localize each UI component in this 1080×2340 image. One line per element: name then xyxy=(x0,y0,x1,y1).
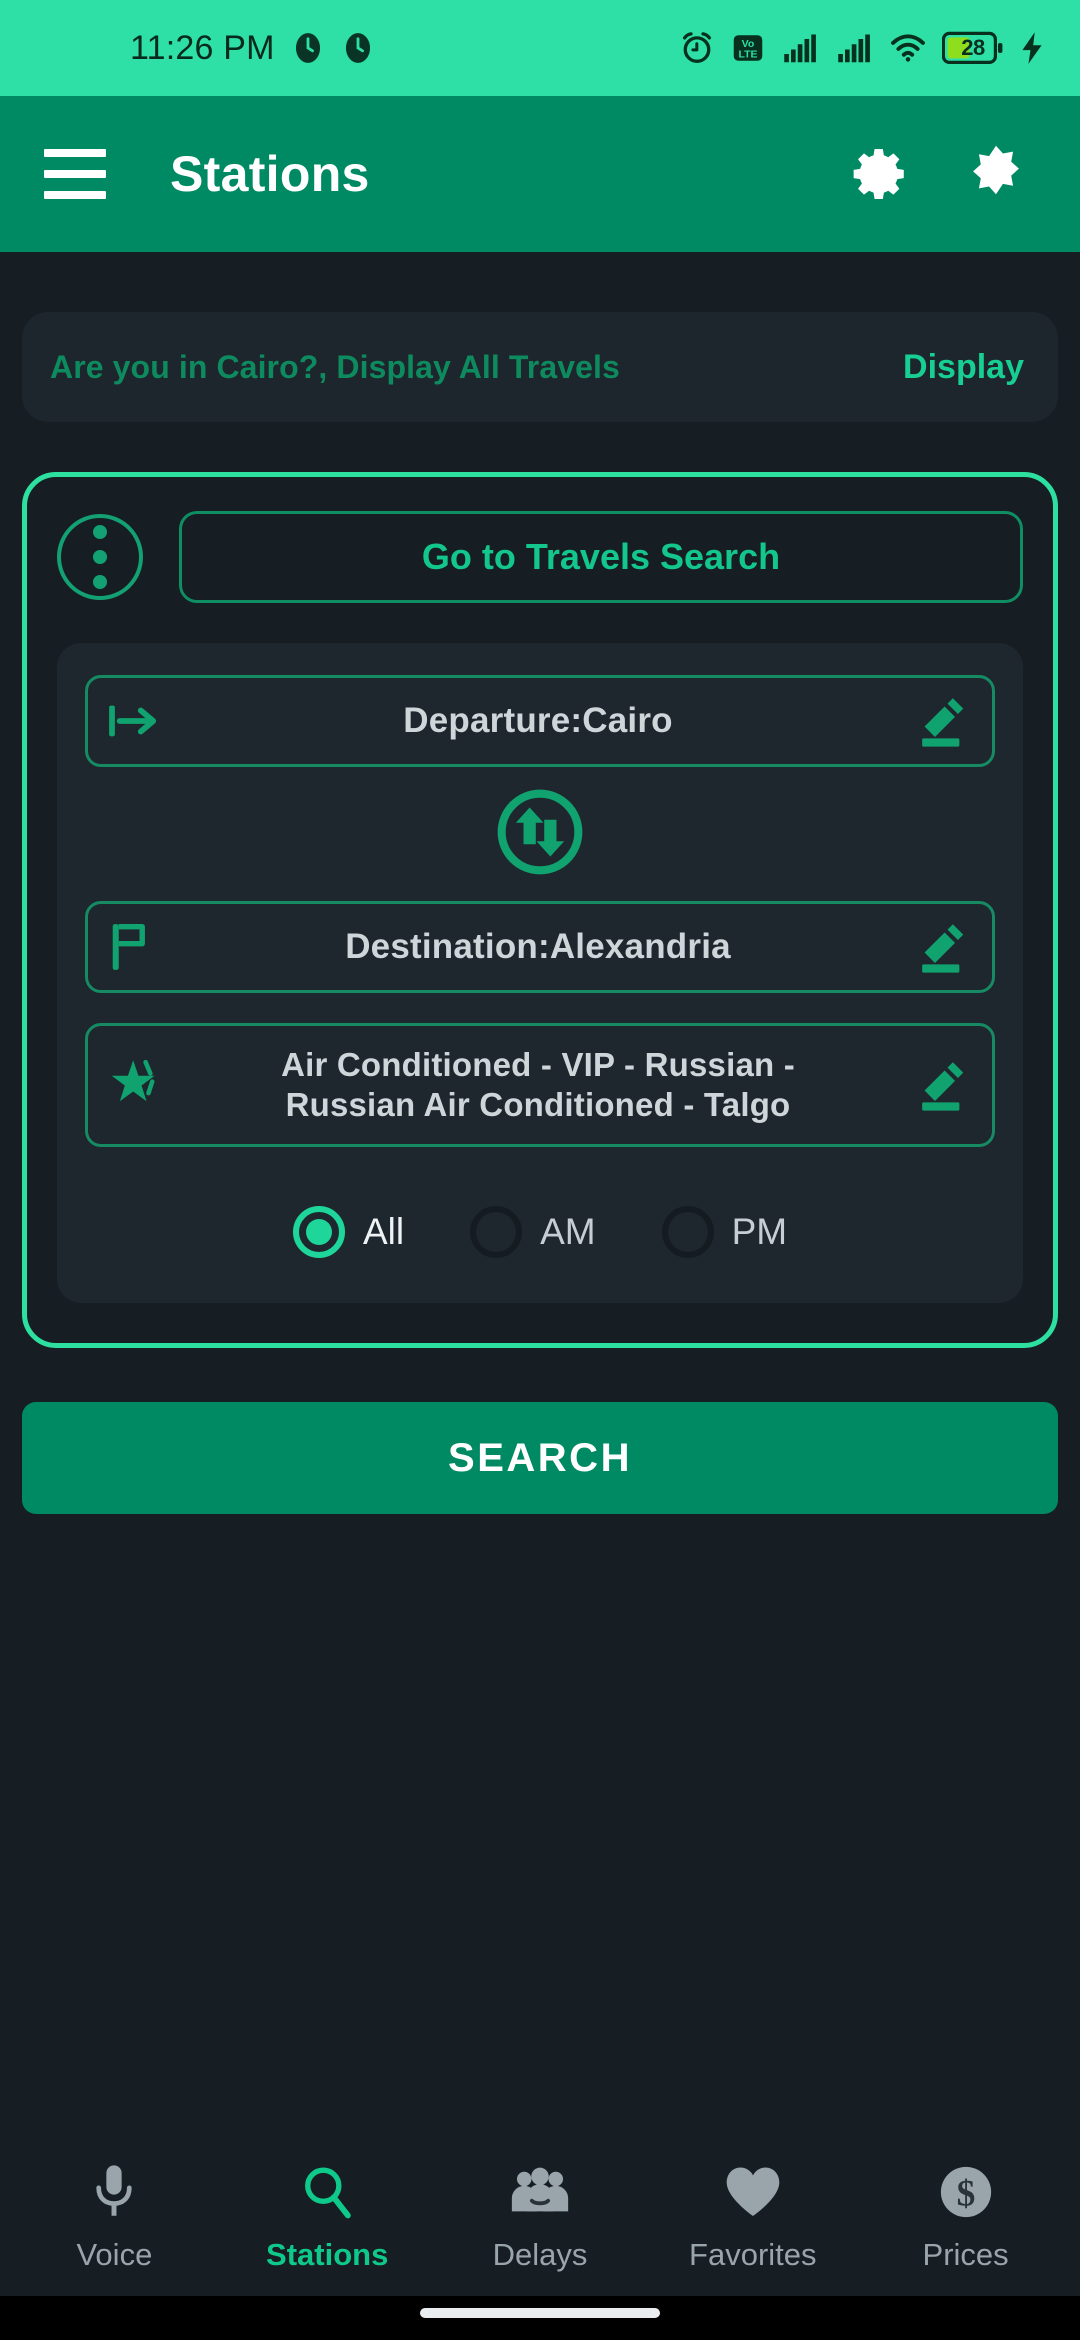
departure-arrow-icon xyxy=(106,698,180,744)
train-types-value: Air Conditioned - VIP - Russian - Russia… xyxy=(180,1045,896,1125)
edit-train-types-button[interactable] xyxy=(896,1056,970,1114)
display-all-travels-button[interactable]: Display xyxy=(903,348,1024,387)
period-radio-group: All AM PM xyxy=(85,1191,995,1273)
flag-icon xyxy=(106,920,180,974)
train-types-line-1: Air Conditioned - VIP - Russian - xyxy=(281,1046,795,1083)
trip-form-panel: Departure:Cairo Destination:Alexandria A… xyxy=(57,643,1023,1303)
people-group-icon xyxy=(508,2159,572,2221)
station-search-card: Go to Travels Search Departure:Cairo Des… xyxy=(22,472,1058,1348)
departure-field[interactable]: Departure:Cairo xyxy=(85,675,995,767)
settings-button[interactable] xyxy=(844,138,916,210)
swap-stations-button[interactable] xyxy=(494,786,586,878)
radio-option-all[interactable]: All xyxy=(292,1206,405,1258)
page-title: Stations xyxy=(170,146,370,202)
volte-icon: Vo LTE xyxy=(733,35,763,61)
search-button[interactable]: SEARCH xyxy=(22,1402,1058,1514)
battery-percent-label: 28 xyxy=(961,35,985,60)
radio-option-pm[interactable]: PM xyxy=(661,1206,788,1258)
dark-mode-toggle-icon xyxy=(973,145,1019,195)
train-types-line-2: Russian Air Conditioned - Talgo xyxy=(285,1086,791,1123)
nav-label: Prices xyxy=(922,2237,1009,2272)
main-content: Are you in Cairo?, Display All Travels D… xyxy=(0,252,1080,2340)
app-bar: Stations xyxy=(0,96,1080,252)
nav-item-delays[interactable]: Delays xyxy=(434,2136,647,2296)
nav-item-voice[interactable]: Voice xyxy=(8,2136,221,2296)
location-banner-text: Are you in Cairo?, Display All Travels xyxy=(50,348,620,385)
status-bar-right: Vo LTE 28 xyxy=(678,29,1046,67)
svg-text:$: $ xyxy=(956,2174,975,2215)
status-bar-left: 11:26 PM xyxy=(130,29,375,68)
nav-label: Voice xyxy=(76,2237,153,2272)
nav-item-favorites[interactable]: Favorites xyxy=(646,2136,859,2296)
battery-indicator: 28 xyxy=(942,31,1004,65)
hamburger-menu-icon[interactable] xyxy=(44,136,120,212)
go-to-travels-search-button[interactable]: Go to Travels Search xyxy=(179,511,1023,603)
status-bar: 11:26 PM Vo LTE 28 xyxy=(0,0,1080,96)
status-clock: 11:26 PM xyxy=(130,28,275,67)
radio-circle xyxy=(292,1206,345,1258)
edit-pencil-icon xyxy=(922,924,964,973)
radio-label: AM xyxy=(540,1211,596,1252)
clock-face-icon xyxy=(345,33,370,63)
app-bar-actions xyxy=(844,138,1032,210)
edit-pencil-icon xyxy=(922,1062,964,1111)
dark-mode-toggle-button[interactable] xyxy=(960,138,1032,210)
card-top-row: Go to Travels Search xyxy=(57,511,1023,603)
signal-bars-icon xyxy=(838,34,870,63)
edit-departure-button[interactable] xyxy=(896,692,970,750)
nav-label: Stations xyxy=(266,2237,389,2272)
charging-bolt-icon xyxy=(1022,32,1042,64)
more-vertical-icon[interactable] xyxy=(57,514,143,600)
alarm-icon xyxy=(682,32,712,63)
destination-field[interactable]: Destination:Alexandria xyxy=(85,901,995,993)
signal-bars-icon xyxy=(784,34,816,63)
heart-icon xyxy=(723,2159,783,2221)
nav-item-prices[interactable]: $ Prices xyxy=(859,2136,1072,2296)
go-to-travels-search-label: Go to Travels Search xyxy=(421,536,781,577)
train-types-field[interactable]: Air Conditioned - VIP - Russian - Russia… xyxy=(85,1023,995,1147)
microphone-icon xyxy=(87,2159,141,2221)
star-icon xyxy=(106,1054,180,1116)
bottom-navigation-bar: Voice Stations Delays Favorites $ Prices xyxy=(0,2136,1080,2296)
swap-vertical-icon xyxy=(497,789,583,875)
dollar-circle-icon: $ xyxy=(937,2159,995,2221)
radio-label: All xyxy=(362,1211,405,1252)
destination-value: Destination:Alexandria xyxy=(345,927,731,966)
search-button-label: SEARCH xyxy=(448,1435,632,1480)
radio-circle xyxy=(661,1206,714,1258)
nav-label: Delays xyxy=(492,2237,588,2272)
gesture-bar-area xyxy=(0,2296,1080,2340)
search-icon xyxy=(299,2159,355,2221)
svg-text:LTE: LTE xyxy=(738,49,757,61)
edit-pencil-icon xyxy=(922,698,964,747)
departure-value: Departure:Cairo xyxy=(403,701,673,740)
nav-label: Favorites xyxy=(689,2237,817,2272)
nav-item-stations[interactable]: Stations xyxy=(221,2136,434,2296)
gear-icon xyxy=(853,148,904,200)
wifi-icon xyxy=(891,34,925,62)
swap-row xyxy=(85,767,995,897)
clock-face-icon xyxy=(295,33,320,63)
radio-option-am[interactable]: AM xyxy=(470,1206,596,1258)
edit-destination-button[interactable] xyxy=(896,918,970,976)
radio-label: PM xyxy=(731,1211,788,1252)
radio-circle xyxy=(470,1206,523,1258)
location-banner: Are you in Cairo?, Display All Travels D… xyxy=(22,312,1058,422)
gesture-pill[interactable] xyxy=(420,2308,660,2318)
phone-screen: 11:26 PM Vo LTE 28 Stations Are you in C… xyxy=(0,0,1080,2340)
